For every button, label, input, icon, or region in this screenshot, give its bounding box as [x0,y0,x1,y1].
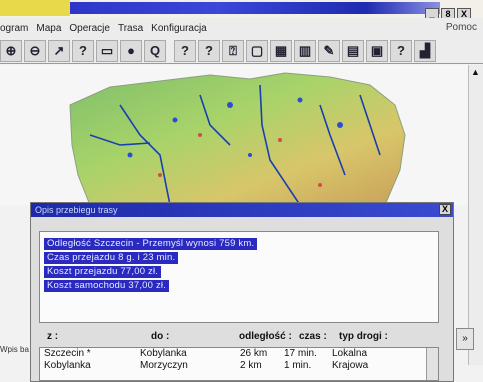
title-gradient [70,2,440,14]
summary-distance: Odległość Szczecin - Przemyśl wynosi 759… [44,238,258,250]
help-icon[interactable]: ? [72,39,94,62]
menu-program[interactable]: ogram [0,23,28,34]
menu-konfiguracja[interactable]: Konfiguracja [151,23,207,34]
chart-icon[interactable]: ▥ [294,39,316,62]
menu-pomoc[interactable]: Pomoc [446,22,477,33]
cell-road: Lokalna [332,348,368,359]
left-edge-label: Wpis ba [0,345,29,354]
cell-distance: 26 km [240,348,268,359]
zoom-area-icon[interactable]: Q [144,39,166,62]
vertical-scrollbar[interactable]: ▲ [468,65,483,365]
help-icon[interactable]: ? [390,39,412,62]
scroll-up-icon[interactable]: ▲ [470,67,481,78]
title-accent [0,0,70,16]
header-road-type: typ drogi : [339,331,388,342]
help-zoom-icon[interactable]: ⍰ [222,39,244,62]
next-arrow-button[interactable]: » [456,328,474,350]
arrow-icon[interactable]: ↗ [48,39,70,62]
cell-time: 17 min. [284,348,317,359]
dialog-close-button[interactable]: X [439,204,451,215]
image-icon[interactable]: ▣ [366,39,388,62]
toolbar: ⊕ ⊖ ↗ ? ▭ ● Q ? ? ⍰ ▢ ▦ ▥ ✎ ▤ ▣ ? ▟ [0,38,483,64]
copy-icon[interactable]: ▢ [246,39,268,62]
city-icon[interactable]: ▟ [414,39,436,62]
pen-icon[interactable]: ✎ [318,39,340,62]
menu-trasa[interactable]: Trasa [118,23,143,34]
header-from: z : [47,331,59,342]
cell-from: Kobylanka [44,360,91,371]
cell-to: Morzyczyn [140,360,188,371]
summary-car-cost: Koszt samochodu 37,00 zł. [44,280,170,292]
cell-distance: 2 km [240,360,262,371]
menu-mapa[interactable]: Mapa [36,23,61,34]
map-view[interactable] [0,65,468,205]
menu-operacje[interactable]: Operacje [69,23,110,34]
table-row[interactable]: Szczecin * Kobylanka 26 km 17 min. Lokal… [40,348,438,360]
route-description-dialog: Opis przebiegu trasy X Odległość Szczeci… [30,202,454,382]
header-distance: odległość : [239,331,292,342]
document-icon[interactable]: ▤ [342,39,364,62]
dialog-title-bar: Opis przebiegu trasy X [31,203,453,217]
cell-time: 1 min. [284,360,312,371]
route-table[interactable]: Szczecin * Kobylanka 26 km 17 min. Lokal… [39,347,439,381]
box-icon[interactable]: ▭ [96,39,118,62]
cell-road: Krajowa [332,360,369,371]
summary-cost: Koszt przejazdu 77,00 zł. [44,266,162,278]
poland-map [69,72,406,205]
help-icon[interactable]: ? [174,39,196,62]
zoom-out-icon[interactable]: ⊖ [24,39,46,62]
header-time: czas : [299,331,327,342]
toolbar-separator [168,40,172,62]
table-scrollbar[interactable] [426,348,438,380]
table-row[interactable]: Kobylanka Morzyczyn 2 km 1 min. Krajowa [40,360,438,372]
info-icon[interactable]: ● [120,39,142,62]
header-to: do : [151,331,170,342]
title-bar: _ 8 X [0,0,483,21]
menu-bar: ogram Mapa Operacje Trasa Konfiguracja P… [0,18,483,38]
map-icon[interactable]: ▦ [270,39,292,62]
cell-to: Kobylanka [140,348,187,359]
cell-from: Szczecin * [44,348,91,359]
dialog-title: Opis przebiegu trasy [35,205,118,215]
zoom-in-icon[interactable]: ⊕ [0,39,22,62]
route-summary: Odległość Szczecin - Przemyśl wynosi 759… [39,231,439,323]
table-header: z : do : odległość : czas : typ drogi : [45,331,437,345]
summary-time: Czas przejazdu 8 g. i 23 min. [44,252,179,264]
help-icon[interactable]: ? [198,39,220,62]
